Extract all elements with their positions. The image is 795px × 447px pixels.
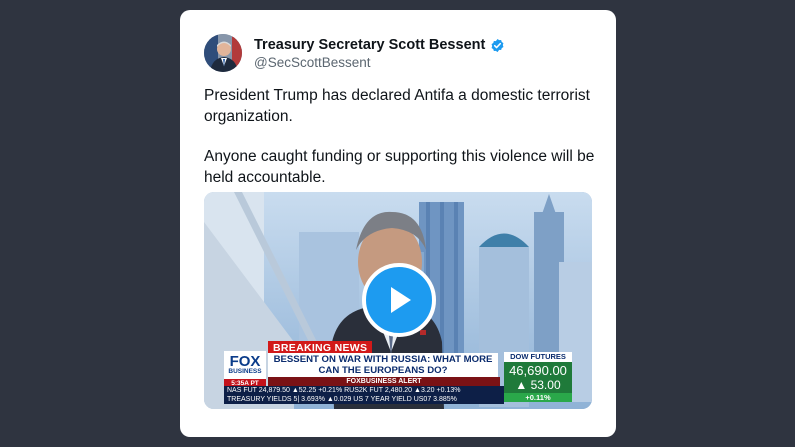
dow-change: ▲ 53.00 bbox=[515, 378, 561, 392]
dow-label: DOW FUTURES bbox=[504, 352, 572, 362]
video-player[interactable]: BREAKING NEWS FOX BUSINESS 5:35A PT BESS… bbox=[204, 192, 592, 409]
alert-bar: FOXBUSINESS ALERT bbox=[268, 377, 500, 386]
ticker-line: TREASURY YIELDS 5| 3.693% ▲0.029 US 7 YE… bbox=[227, 396, 457, 403]
tweet-card: Treasury Secretary Scott Bessent @SecSco… bbox=[180, 10, 616, 437]
play-icon bbox=[391, 287, 411, 313]
ticker-line: NAS FUT 24,879.50 ▲52.25 +0.21% RUS2K FU… bbox=[227, 387, 461, 394]
author-row: Treasury Secretary Scott Bessent bbox=[254, 37, 505, 53]
network-logo-text: FOX bbox=[229, 353, 261, 370]
avatar[interactable] bbox=[204, 34, 242, 72]
dow-percent: +0.11% bbox=[504, 393, 572, 402]
dow-futures-box: DOW FUTURES 46,690.00 ▲ 53.00 +0.11% bbox=[504, 352, 572, 402]
tweet-paragraph: President Trump has declared Antifa a do… bbox=[204, 87, 590, 125]
dow-value: 46,690.00 bbox=[509, 363, 567, 378]
network-logo-subtext: BUSINESS bbox=[228, 368, 262, 375]
tweet-text: President Trump has declared Antifa a do… bbox=[204, 85, 599, 188]
verified-badge-icon bbox=[491, 38, 504, 52]
author-name[interactable]: Treasury Secretary Scott Bessent bbox=[254, 37, 485, 53]
market-ticker: NAS FUT 24,879.50 ▲52.25 +0.21% RUS2K FU… bbox=[224, 386, 504, 404]
play-button[interactable] bbox=[362, 263, 436, 337]
video-headline: BESSENT ON WAR WITH RUSSIA: WHAT MORE CA… bbox=[268, 353, 498, 378]
avatar-image bbox=[204, 34, 242, 72]
tweet-paragraph: Anyone caught funding or supporting this… bbox=[204, 148, 595, 186]
author-handle[interactable]: @SecScottBessent bbox=[254, 55, 371, 70]
